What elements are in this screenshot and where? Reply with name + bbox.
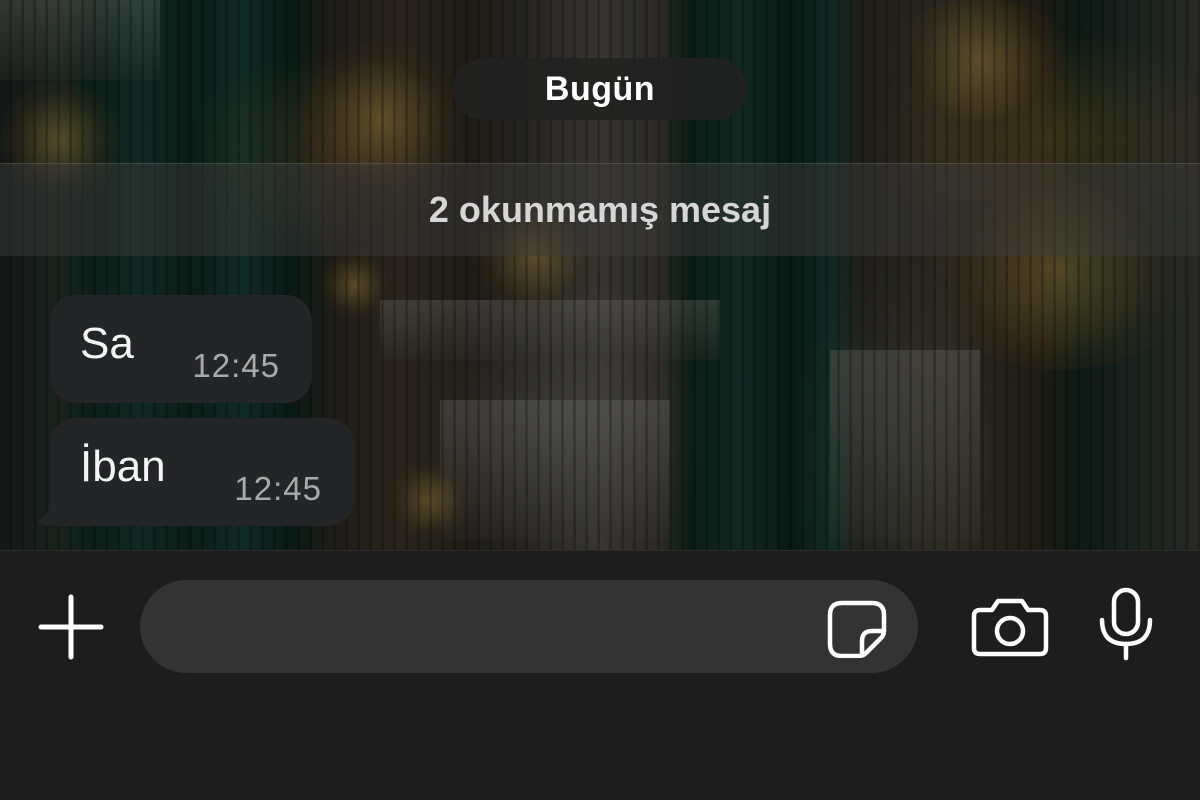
date-separator: Bugün (453, 58, 747, 120)
microphone-icon (1099, 587, 1153, 661)
message-bubble[interactable]: İban 12:45 (50, 418, 354, 526)
message-bubble[interactable]: Sa 12:45 (50, 295, 312, 403)
camera-button[interactable] (970, 596, 1050, 658)
message-text: Sa (80, 319, 134, 368)
chat-screen: Bugün 2 okunmamış mesaj Sa 12:45 İban 12… (0, 0, 1200, 800)
add-attachment-button[interactable] (36, 592, 106, 662)
message-timestamp: 12:45 (234, 470, 322, 507)
message-text: İban (80, 442, 166, 491)
camera-icon (971, 598, 1049, 657)
message-input[interactable] (140, 580, 918, 673)
voice-message-button[interactable] (1094, 586, 1158, 662)
unread-messages-banner: 2 okunmamış mesaj (0, 163, 1200, 256)
message-timestamp: 12:45 (192, 347, 280, 384)
plus-icon (38, 594, 104, 660)
unread-messages-label: 2 okunmamış mesaj (428, 189, 772, 230)
sticker-icon (827, 600, 887, 658)
sticker-button[interactable] (826, 598, 890, 658)
